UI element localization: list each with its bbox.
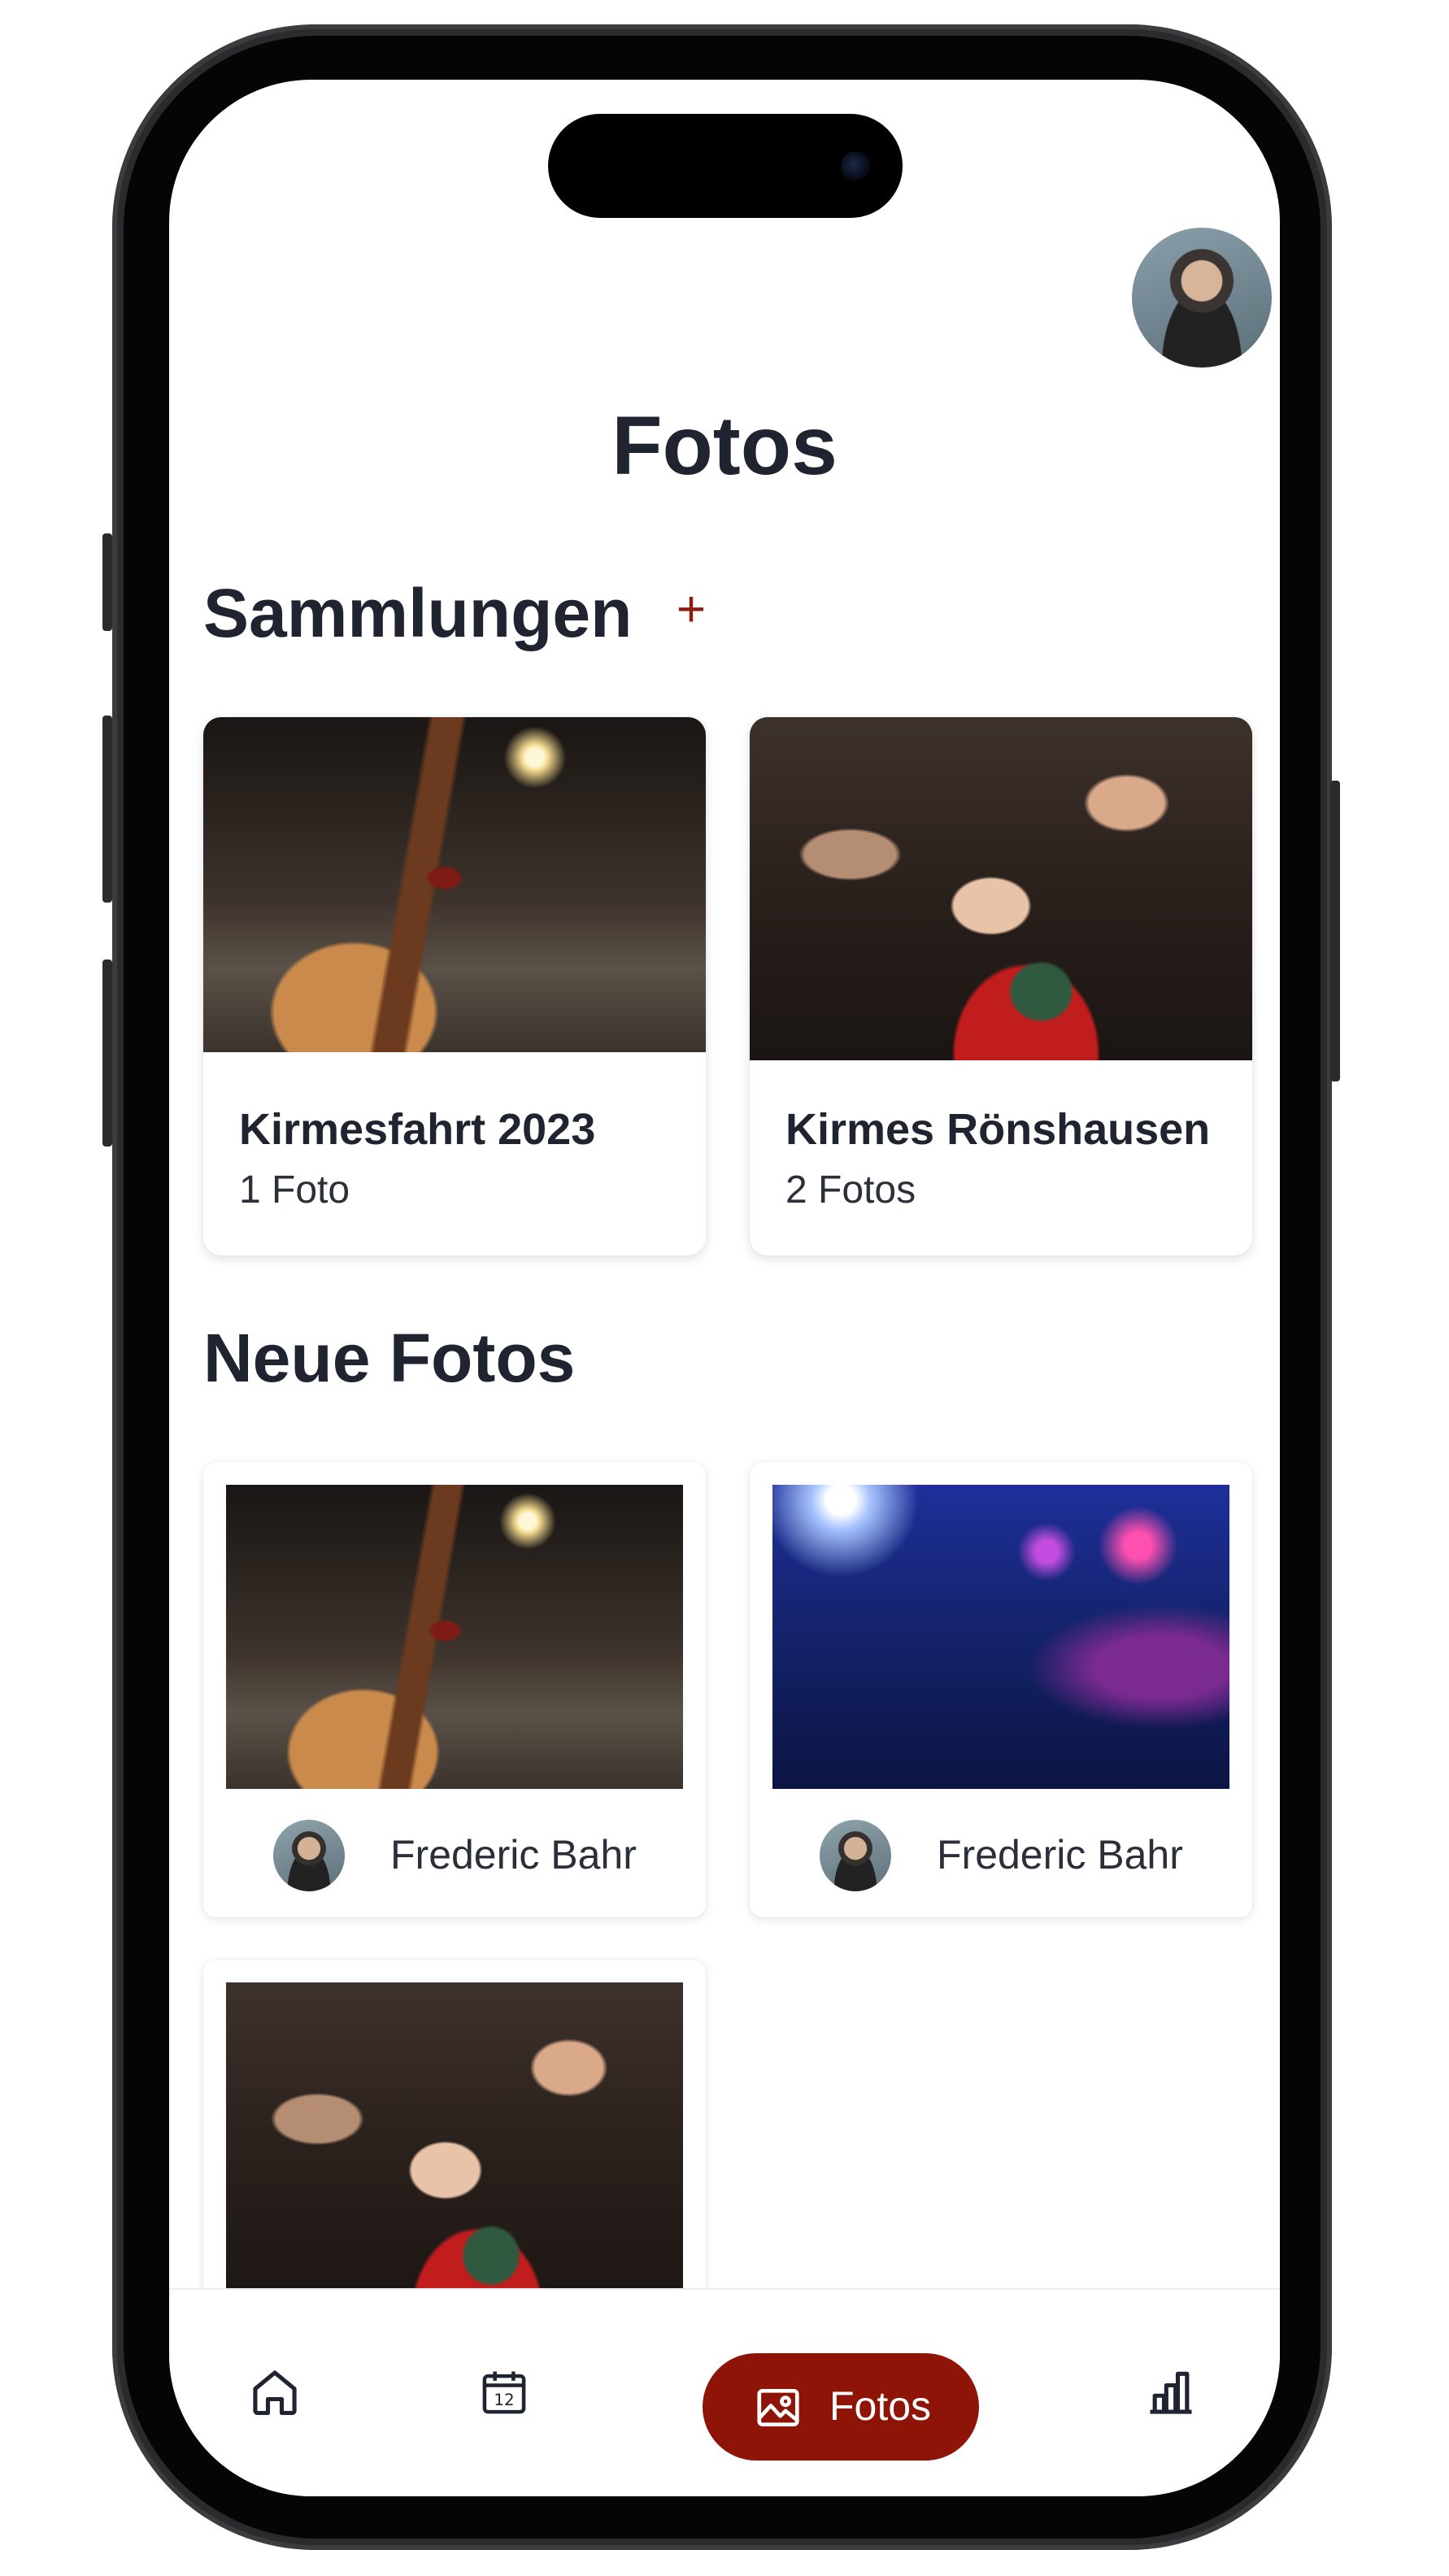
calendar-icon: 12 bbox=[482, 2371, 526, 2414]
collection-card[interactable]: Kirmesfahrt 2023 1 Foto bbox=[203, 717, 706, 1255]
add-collection-button[interactable]: + bbox=[665, 584, 717, 636]
nav-calendar[interactable]: 12 bbox=[476, 2365, 532, 2420]
new-photos-heading: Neue Fotos bbox=[203, 1320, 576, 1396]
collection-cover-image bbox=[203, 717, 706, 1052]
power-button bbox=[1330, 781, 1340, 1081]
collection-photo-count: 1 Foto bbox=[239, 1168, 350, 1212]
collections-heading: Sammlungen bbox=[203, 575, 633, 651]
collection-name: Kirmesfahrt 2023 bbox=[239, 1105, 596, 1154]
photo-thumbnail bbox=[772, 1485, 1229, 1789]
dynamic-island bbox=[548, 114, 903, 218]
image-icon bbox=[757, 2389, 799, 2426]
bottom-navigation: 12 Fotos bbox=[169, 2288, 1280, 2496]
svg-text:12: 12 bbox=[494, 2391, 514, 2409]
photo-card[interactable]: Frederic Bahr bbox=[750, 1462, 1252, 1917]
nav-photos-active[interactable]: Fotos bbox=[703, 2353, 979, 2461]
photo-thumbnail bbox=[226, 1982, 683, 2324]
volume-up-button bbox=[102, 716, 112, 903]
collection-name: Kirmes Rönshausen bbox=[785, 1105, 1211, 1154]
author-avatar bbox=[273, 1820, 345, 1891]
nav-stats[interactable] bbox=[1143, 2365, 1199, 2420]
photo-author: Frederic Bahr bbox=[203, 1820, 706, 1891]
app-screen: Fotos Sammlungen + Kirmesfahrt 2023 1 Fo… bbox=[169, 80, 1280, 2496]
action-button bbox=[102, 533, 112, 631]
bar-chart-icon bbox=[1150, 2371, 1192, 2414]
collection-cover-image bbox=[750, 717, 1252, 1060]
home-icon bbox=[253, 2370, 297, 2416]
photo-card[interactable]: Frederic Bahr bbox=[203, 1462, 706, 1917]
author-name: Frederic Bahr bbox=[937, 1832, 1183, 1878]
collection-card[interactable]: Kirmes Rönshausen 2 Fotos bbox=[750, 717, 1252, 1255]
profile-avatar[interactable] bbox=[1132, 228, 1272, 368]
page-title: Fotos bbox=[611, 399, 838, 492]
photo-thumbnail bbox=[226, 1485, 683, 1789]
nav-home[interactable] bbox=[247, 2365, 302, 2420]
nav-photos-label: Fotos bbox=[829, 2383, 932, 2429]
author-avatar bbox=[820, 1820, 891, 1891]
volume-down-button bbox=[102, 959, 112, 1147]
author-name: Frederic Bahr bbox=[390, 1832, 637, 1878]
photo-author: Frederic Bahr bbox=[750, 1820, 1252, 1891]
collection-photo-count: 2 Fotos bbox=[785, 1168, 916, 1212]
front-camera bbox=[841, 151, 870, 181]
